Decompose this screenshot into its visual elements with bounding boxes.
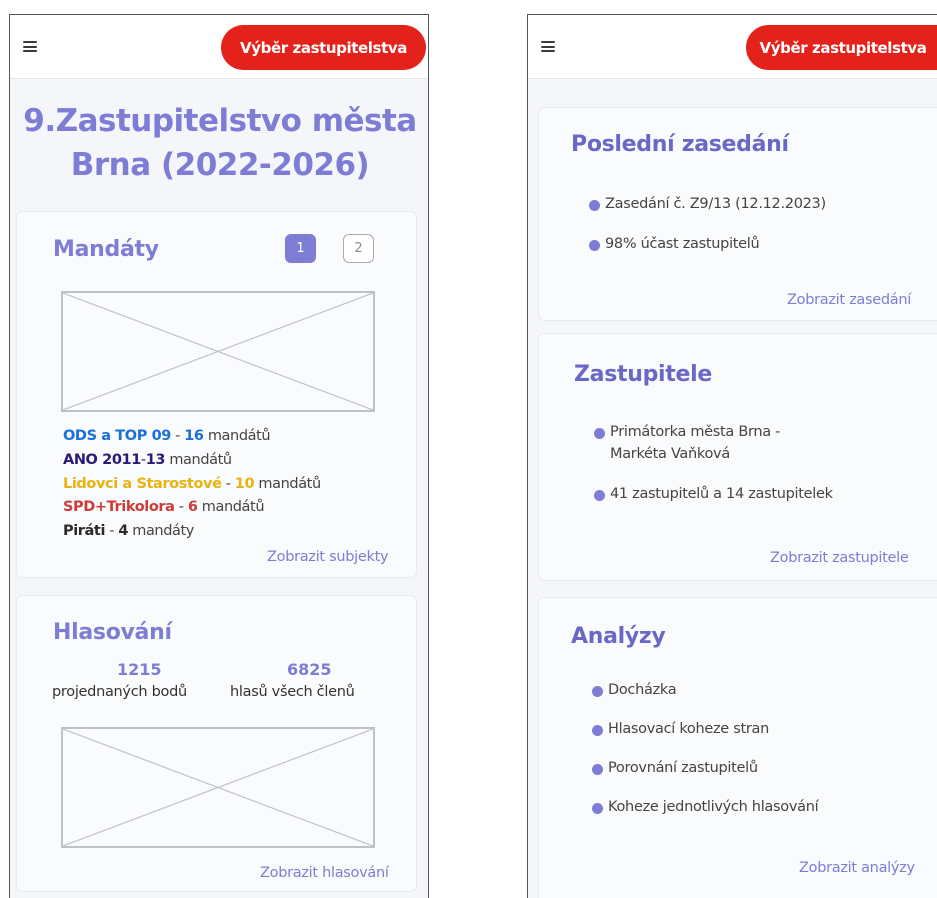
- last-session-card: Poslední zasedání Zasedání č. Z9/13 (12.…: [538, 107, 937, 321]
- show-session-link[interactable]: Zobrazit zasedání: [787, 292, 911, 308]
- top-bar: Výběr zastupitelstva: [528, 15, 937, 79]
- party-mandate-line: ODS a TOP 09 - 16 mandátů: [63, 428, 271, 444]
- party-mandate-unit: mandátů: [197, 499, 265, 515]
- party-mandate-line: Piráti - 4 mandáty: [63, 523, 194, 539]
- party-mandate-unit: mandátů: [165, 452, 232, 468]
- bullet-dot: [589, 200, 600, 211]
- show-analyses-link[interactable]: Zobrazit analýzy: [799, 860, 915, 876]
- party-mandate-count: 16: [184, 428, 204, 444]
- party-separator: -: [221, 476, 235, 492]
- party-mandate-count: 13: [145, 452, 166, 468]
- party-name: Lidovci a Starostové: [63, 476, 222, 492]
- party-name: ANO 2011: [63, 452, 141, 468]
- party-mandate-line: SPD+Trikolora - 6 mandátů: [63, 499, 265, 515]
- page-1-button[interactable]: 1: [285, 234, 316, 263]
- show-members-link[interactable]: Zobrazit zastupitele: [770, 550, 909, 566]
- party-mandate-unit: mandátů: [254, 476, 321, 492]
- bullet-dot: [592, 725, 603, 736]
- top-bar: Výběr zastupitelstva: [10, 15, 428, 79]
- items-discussed-count: 1215: [117, 660, 162, 679]
- select-council-button[interactable]: Výběr zastupitelstva: [221, 25, 426, 70]
- left-screen: Výběr zastupitelstva 9.Zastupitelstvo mě…: [9, 14, 429, 898]
- party-name: Piráti: [63, 523, 106, 539]
- party-name: ODS a TOP 09: [63, 428, 171, 444]
- party-mandate-count: 10: [234, 476, 255, 492]
- voting-title: Hlasování: [53, 620, 172, 645]
- voting-chart-placeholder: [61, 727, 375, 848]
- items-discussed-label: projednaných bodů: [52, 684, 187, 700]
- select-council-button[interactable]: Výběr zastupitelstva: [746, 25, 937, 70]
- bullet-dot: [589, 240, 600, 251]
- party-separator: -: [105, 523, 119, 539]
- party-mandate-count: 6: [187, 499, 198, 515]
- mandates-chart-placeholder: [61, 291, 375, 412]
- party-mandate-line: Lidovci a Starostové - 10 mandátů: [63, 476, 321, 492]
- page-2-button[interactable]: 2: [343, 234, 374, 263]
- members-title: Zastupitele: [574, 362, 712, 387]
- page-title: 9.Zastupitelstvo města Brna (2022-2026): [10, 99, 428, 187]
- page-title-line1: 9.Zastupitelstvo města: [23, 103, 417, 139]
- show-parties-link[interactable]: Zobrazit subjekty: [267, 549, 389, 565]
- voting-card: Hlasování 1215 projednaných bodů 6825 hl…: [16, 595, 417, 892]
- page-title-line2: Brna (2022-2026): [70, 147, 370, 183]
- party-mandate-unit: mandátů: [203, 428, 271, 444]
- bullet-dot: [592, 686, 603, 697]
- party-mandate-unit: mandáty: [128, 523, 194, 539]
- analyses-title: Analýzy: [571, 624, 666, 649]
- show-voting-link[interactable]: Zobrazit hlasování: [260, 865, 389, 881]
- hamburger-icon[interactable]: [23, 41, 37, 52]
- bullet-dot: [594, 490, 605, 501]
- hamburger-icon[interactable]: [541, 41, 555, 52]
- votes-label: hlasů všech členů: [230, 684, 355, 700]
- right-screen: Výběr zastupitelstva Poslední zasedání Z…: [527, 14, 937, 898]
- bullet-dot: [592, 803, 603, 814]
- party-separator: -: [174, 499, 188, 515]
- bullet-dot: [592, 764, 603, 775]
- last-session-title: Poslední zasedání: [571, 132, 789, 157]
- party-mandate-count: 4: [118, 523, 129, 539]
- party-mandate-line: ANO 2011-13 mandátů: [63, 452, 232, 468]
- party-name: SPD+Trikolora: [63, 499, 175, 515]
- members-card: Zastupitele Primátorka města Brna - Mark…: [538, 333, 937, 581]
- bullet-dot: [594, 428, 605, 439]
- party-separator: -: [170, 428, 185, 444]
- mandates-title: Mandáty: [53, 237, 159, 262]
- votes-count: 6825: [287, 660, 332, 679]
- analyses-card: Analýzy Docházka Hlasovací koheze stran …: [538, 597, 937, 898]
